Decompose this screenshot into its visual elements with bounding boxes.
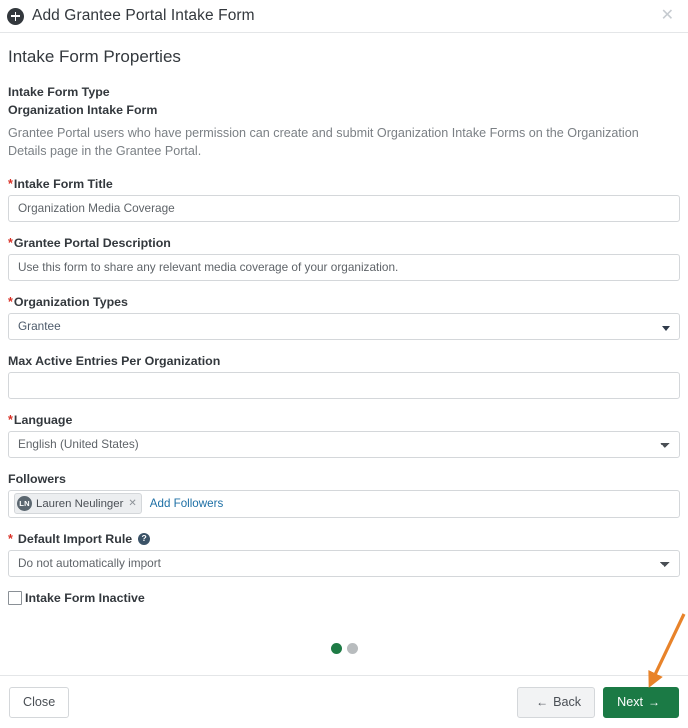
field-max-active-entries: Max Active Entries Per Organization [8, 354, 680, 399]
required-marker: * [8, 532, 13, 547]
intake-form-inactive-checkbox[interactable] [8, 590, 22, 605]
field-organization-types: * Organization Types Grantee [8, 295, 680, 340]
followers-label-text: Followers [8, 471, 66, 486]
step-dot-2[interactable] [346, 643, 358, 654]
modal-header: Add Grantee Portal Intake Form ✕ [0, 0, 688, 33]
avatar: LN [17, 496, 32, 511]
next-button-label: Next [617, 695, 643, 709]
required-marker: * [8, 236, 13, 251]
field-intake-form-title: * Intake Form Title [8, 177, 680, 222]
add-followers-link[interactable]: Add Followers [150, 497, 223, 510]
grantee-portal-description-label: * Grantee Portal Description [8, 236, 680, 250]
default-import-rule-select[interactable]: Do not automatically import [8, 549, 680, 577]
intake-form-type-label-text: Intake Form Type [8, 85, 110, 99]
field-language: * Language English (United States) [8, 413, 680, 458]
grantee-portal-description-input[interactable] [8, 253, 680, 281]
max-active-entries-input[interactable] [8, 371, 680, 399]
required-marker: * [8, 295, 13, 310]
required-marker: * [8, 177, 13, 192]
followers-label: Followers [8, 472, 680, 486]
arrow-right-icon: → [648, 695, 660, 709]
follower-chip: LN Lauren Neulinger ✕ [14, 493, 142, 514]
footer-actions: ← Back Next → [517, 686, 679, 718]
organization-types-select[interactable]: Grantee [8, 312, 680, 340]
organization-types-label-text: Organization Types [13, 294, 128, 309]
required-marker: * [8, 413, 13, 428]
help-circle-icon[interactable]: ? [138, 532, 151, 545]
modal-title: Add Grantee Portal Intake Form [32, 7, 255, 24]
intake-form-inactive-label: Intake Form Inactive [25, 590, 145, 605]
organization-types-label: * Organization Types [8, 295, 680, 309]
field-followers: Followers LN Lauren Neulinger ✕ Add Foll… [8, 472, 680, 518]
field-intake-form-inactive: Intake Form Inactive [8, 590, 680, 605]
modal-footer: Close ← Back Next → [0, 675, 688, 728]
organization-types-value: Grantee [18, 319, 61, 333]
next-button[interactable]: Next → [603, 686, 679, 718]
intake-form-type-label: Intake Form Type [8, 85, 680, 99]
default-import-rule-label: * Default Import Rule ? [8, 532, 680, 546]
remove-follower-icon[interactable]: ✕ [128, 498, 136, 509]
arrow-left-icon: ← [536, 695, 549, 709]
intake-form-type-description: Grantee Portal users who have permission… [8, 126, 639, 159]
max-active-entries-label: Max Active Entries Per Organization [8, 354, 680, 368]
add-circle-icon [7, 7, 24, 25]
intake-form-title-label: * Intake Form Title [8, 177, 680, 191]
back-button-label: Back [553, 695, 582, 709]
intake-form-title-label-text: Intake Form Title [13, 176, 113, 191]
close-icon[interactable]: ✕ [657, 6, 678, 26]
grantee-portal-description-label-text: Grantee Portal Description [13, 235, 171, 250]
back-button[interactable]: ← Back [517, 686, 596, 718]
step-dot-1[interactable] [330, 643, 342, 654]
modal-body: Intake Form Properties Intake Form Type … [0, 33, 688, 675]
step-indicator [0, 643, 688, 654]
close-button[interactable]: Close [9, 686, 70, 718]
language-label-text: Language [13, 412, 73, 427]
follower-name: Lauren Neulinger [36, 497, 124, 510]
field-default-import-rule: * Default Import Rule ? Do not automatic… [8, 532, 680, 577]
intake-form-type-value: Organization Intake Form [8, 103, 158, 117]
field-grantee-portal-description: * Grantee Portal Description [8, 236, 680, 281]
language-select[interactable]: English (United States) [8, 430, 680, 458]
followers-input[interactable]: LN Lauren Neulinger ✕ Add Followers [8, 489, 680, 518]
language-label: * Language [8, 413, 680, 427]
default-import-rule-label-text: Default Import Rule [17, 531, 133, 546]
add-intake-form-modal: Add Grantee Portal Intake Form ✕ Intake … [0, 0, 688, 728]
max-active-entries-label-text: Max Active Entries Per Organization [8, 353, 221, 368]
page-title: Intake Form Properties [8, 47, 181, 66]
caret-down-icon [662, 325, 670, 331]
intake-form-title-input[interactable] [8, 194, 680, 222]
